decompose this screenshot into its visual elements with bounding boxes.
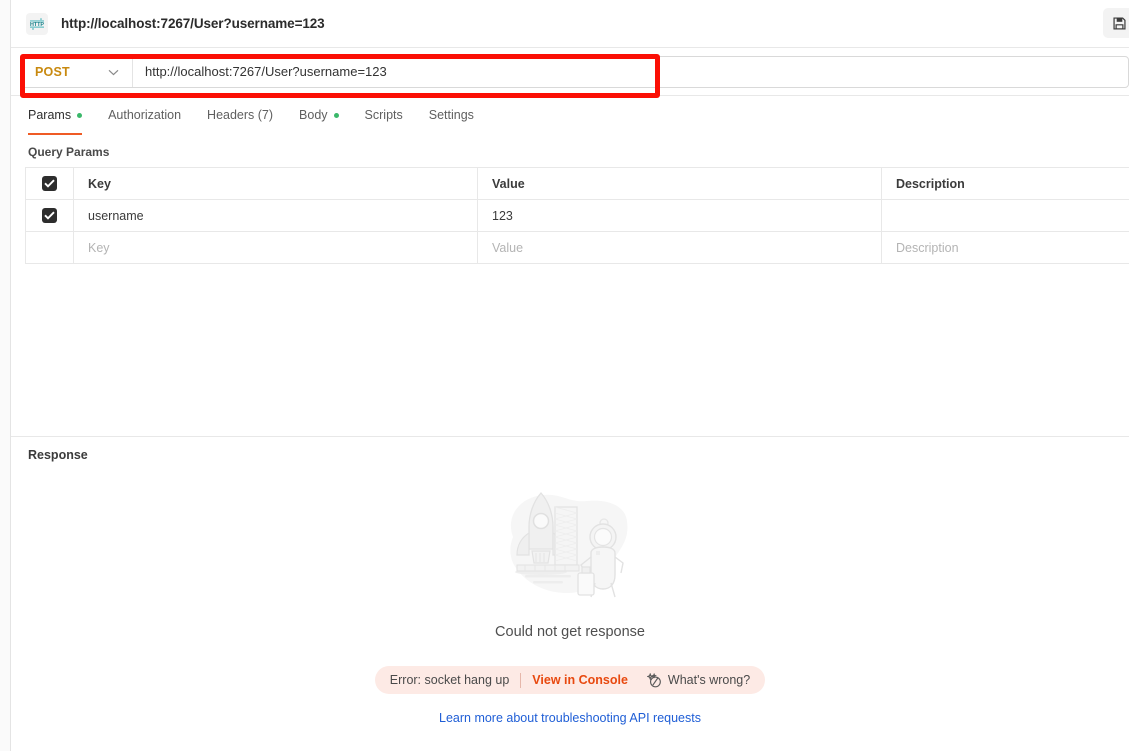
svg-text:HTTP: HTTP: [30, 21, 44, 27]
empty-row-value-input[interactable]: Value: [478, 232, 882, 263]
tab-scripts-label: Scripts: [364, 108, 403, 122]
column-header-key: Key: [74, 168, 478, 199]
response-pane: Response Could not get response Error: s…: [11, 437, 1129, 751]
empty-row-checkbox-cell[interactable]: [26, 232, 74, 263]
magic-wand-icon: [646, 672, 661, 687]
main-pane: HTTP http://localhost:7267/User?username…: [11, 0, 1129, 751]
request-tabs: Params Authorization Headers (7) Body Sc…: [11, 100, 1129, 135]
rocket-launch-illustration: [495, 475, 645, 608]
query-params-table: Key Value Description username 123 Key V…: [25, 167, 1129, 264]
url-input[interactable]: http://localhost:7267/User?username=123: [133, 57, 1128, 87]
row-description-input[interactable]: [882, 200, 1128, 231]
row-checkbox[interactable]: [42, 208, 57, 223]
tab-params-label: Params: [28, 108, 72, 122]
request-title[interactable]: http://localhost:7267/User?username=123: [61, 16, 325, 31]
tab-scripts[interactable]: Scripts: [365, 100, 403, 132]
tab-settings[interactable]: Settings: [429, 100, 474, 132]
row-value-input[interactable]: 123: [478, 200, 882, 231]
http-method-select[interactable]: POST: [21, 56, 133, 87]
tab-authorization-label: Authorization: [108, 108, 182, 122]
row-key-input[interactable]: username: [74, 200, 478, 231]
table-header-row: Key Value Description: [26, 168, 1129, 200]
table-row: username 123: [26, 200, 1129, 232]
response-label: Response: [28, 448, 88, 462]
whats-wrong-label: What's wrong?: [667, 673, 751, 687]
left-sidebar-strip: [0, 0, 11, 751]
url-bar: POST http://localhost:7267/User?username…: [20, 55, 1129, 88]
save-button[interactable]: [1103, 8, 1129, 38]
learn-more-link[interactable]: Learn more about troubleshooting API req…: [439, 711, 701, 725]
request-pane-filler: [11, 264, 1129, 436]
select-all-checkbox-cell[interactable]: [26, 168, 74, 199]
http-protocol-icon: HTTP: [26, 12, 48, 35]
request-titlebar: HTTP http://localhost:7267/User?username…: [11, 0, 1129, 48]
tab-body[interactable]: Body: [299, 100, 339, 132]
select-all-checkbox[interactable]: [42, 176, 57, 191]
table-row-empty: Key Value Description: [26, 232, 1129, 264]
error-text: Error: socket hang up: [389, 673, 510, 687]
column-header-value: Value: [478, 168, 882, 199]
empty-row-description-input[interactable]: Description: [882, 232, 1128, 263]
error-pill-divider: [520, 672, 522, 688]
postman-request-view: HTTP http://localhost:7267/User?username…: [0, 0, 1129, 751]
row-checkbox-cell[interactable]: [26, 200, 74, 231]
whats-wrong-button[interactable]: What's wrong?: [646, 672, 751, 688]
tab-body-label: Body: [299, 108, 328, 122]
http-method-label: POST: [35, 64, 70, 79]
titlebar-actions: [1103, 8, 1129, 38]
error-pill: Error: socket hang up View in Console Wh…: [374, 666, 766, 694]
response-empty-message: Could not get response: [495, 624, 645, 640]
tab-settings-label: Settings: [428, 108, 474, 122]
empty-row-key-input[interactable]: Key: [74, 232, 478, 263]
column-header-description: Description: [896, 176, 965, 191]
query-params-title: Query Params: [28, 145, 110, 159]
tab-headers[interactable]: Headers (7): [207, 100, 273, 132]
tab-authorization[interactable]: Authorization: [108, 100, 181, 132]
tab-body-indicator-dot: [333, 112, 339, 118]
response-empty-state: Could not get response Error: socket han…: [11, 462, 1129, 751]
tab-params-indicator-dot: [77, 112, 83, 118]
view-in-console-link[interactable]: View in Console: [532, 673, 628, 687]
tab-params[interactable]: Params: [28, 100, 83, 135]
tab-headers-label: Headers (7): [207, 108, 274, 122]
url-bar-row: POST http://localhost:7267/User?username…: [11, 48, 1129, 98]
chevron-down-icon: [108, 63, 119, 81]
